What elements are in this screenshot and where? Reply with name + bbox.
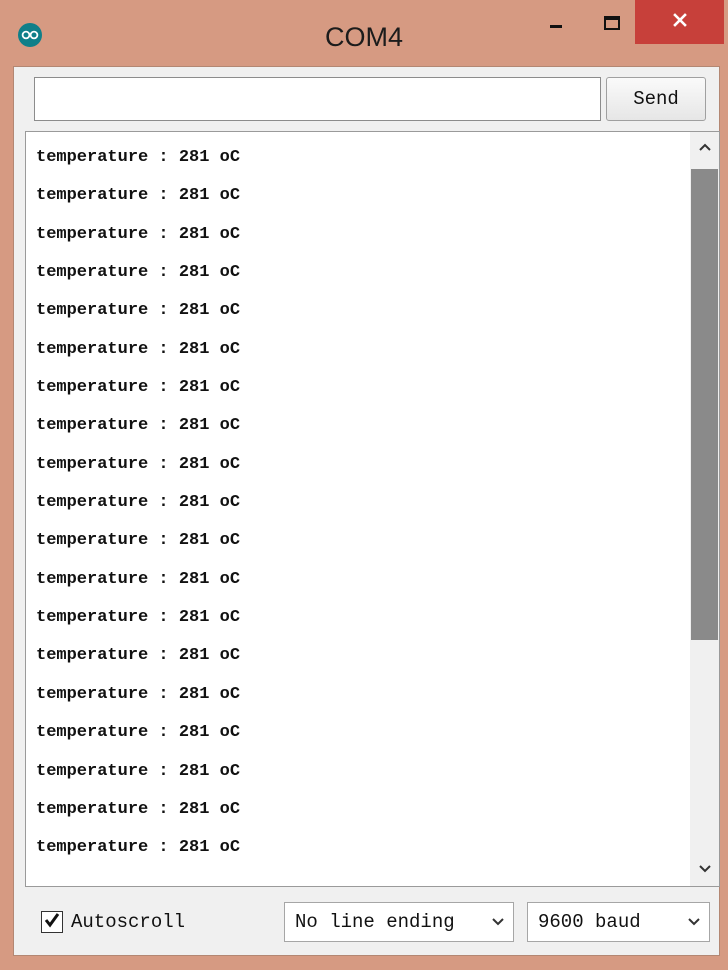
chevron-down-icon [679, 917, 709, 927]
scroll-up-button[interactable] [690, 132, 719, 164]
send-button[interactable]: Send [606, 77, 706, 121]
line-ending-value: No line ending [295, 911, 455, 933]
close-button[interactable] [635, 0, 724, 44]
output-lines: temperature : 281 oC temperature : 281 o… [36, 139, 240, 868]
output-line: temperature : 281 oC [36, 684, 241, 704]
maximize-button[interactable] [582, 0, 642, 50]
serial-monitor-panel: Send temperature : 281 oC temperature : … [13, 66, 720, 956]
output-line: temperature : 281 oC [36, 148, 241, 167]
output-line: temperature : 281 oC [36, 378, 241, 398]
maximize-icon [603, 15, 621, 36]
output-line: temperature : 281 oC [36, 761, 241, 781]
autoscroll-label: Autoscroll [71, 911, 186, 933]
output-line: temperature : 281 oC [36, 493, 241, 513]
chevron-down-icon [483, 917, 513, 927]
output-line: temperature : 281 oC [36, 646, 241, 666]
output-line: temperature : 281 oC [36, 301, 241, 321]
output-line: temperature : 281 oC [36, 454, 241, 474]
title-bar[interactable]: COM4 [0, 0, 728, 66]
output-line: temperature : 281 oC [36, 224, 241, 244]
output-line: temperature : 281 oC [36, 838, 241, 858]
vertical-scrollbar[interactable] [690, 132, 719, 886]
scroll-thumb[interactable] [691, 169, 718, 640]
minimize-button[interactable] [526, 0, 586, 50]
baud-rate-select[interactable]: 9600 baud [527, 902, 710, 942]
chevron-down-icon [698, 861, 712, 879]
output-line: temperature : 281 oC [36, 263, 241, 283]
output-line: temperature : 281 oC [36, 531, 241, 551]
output-line: temperature : 281 oC [36, 186, 241, 206]
line-ending-select[interactable]: No line ending [284, 902, 514, 942]
output-line: temperature : 281 oC [36, 799, 241, 819]
output-line: temperature : 281 oC [36, 723, 241, 743]
output-line: temperature : 281 oC [36, 416, 241, 436]
autoscroll-toggle[interactable]: Autoscroll [41, 907, 185, 937]
close-icon [672, 12, 688, 33]
send-input[interactable] [34, 77, 601, 121]
minimize-icon [548, 15, 564, 36]
bottom-toolbar: Autoscroll No line ending 9600 baud [14, 889, 719, 955]
chevron-up-icon [698, 139, 712, 157]
output-line: temperature : 281 oC [36, 339, 241, 359]
checkmark-icon [43, 911, 61, 934]
output-line: temperature : 281 oC [36, 569, 241, 589]
serial-output[interactable]: temperature : 281 oC temperature : 281 o… [25, 131, 720, 887]
output-line: temperature : 281 oC [36, 608, 241, 628]
scroll-down-button[interactable] [690, 854, 719, 886]
autoscroll-checkbox[interactable] [41, 911, 63, 933]
baud-rate-value: 9600 baud [538, 911, 641, 933]
